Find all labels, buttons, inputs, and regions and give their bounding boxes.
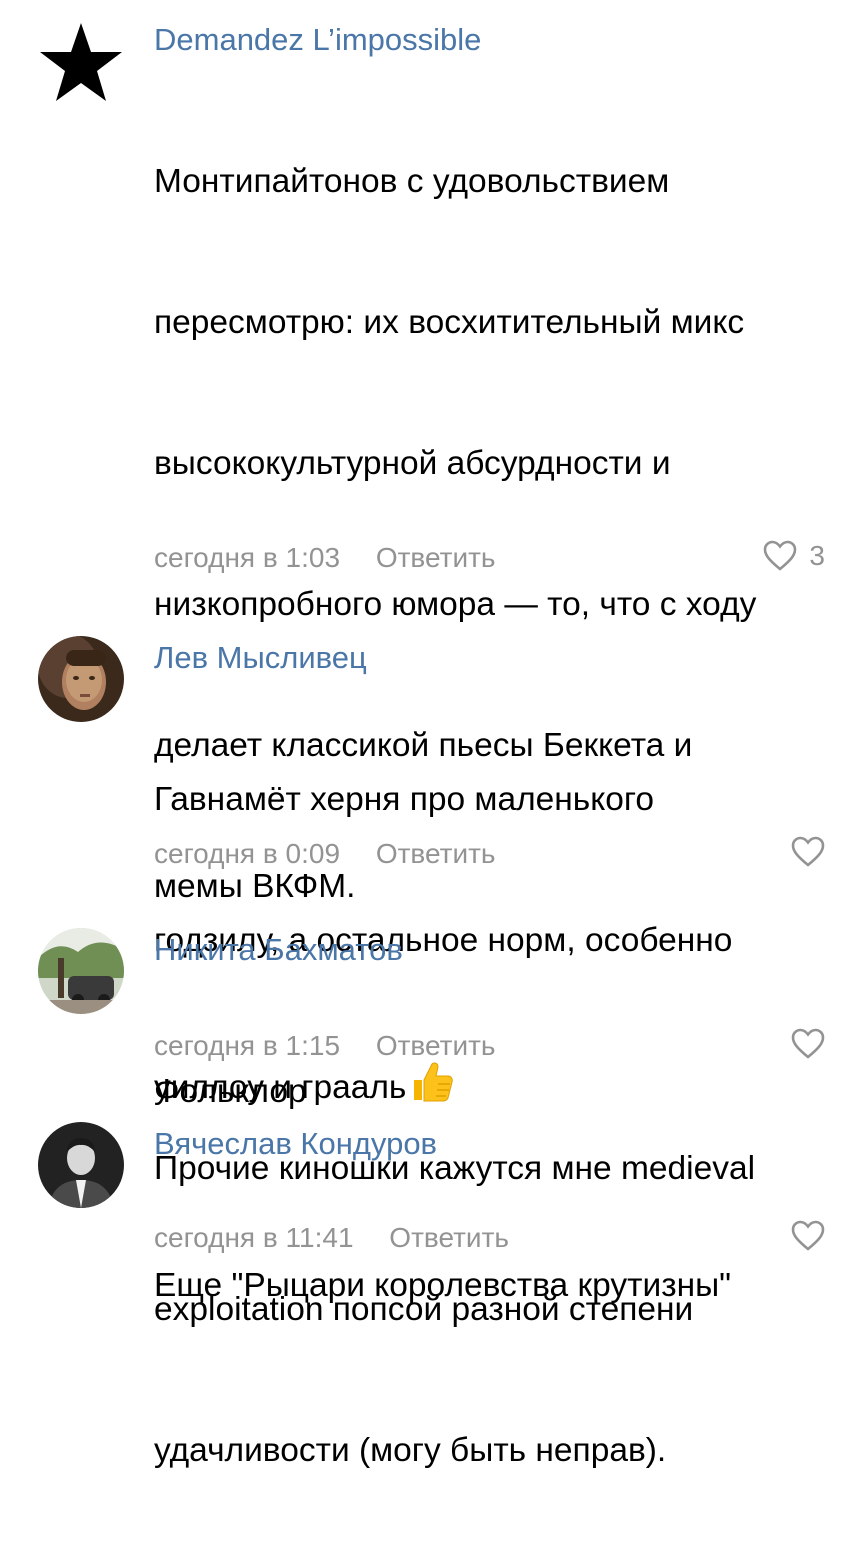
avatar[interactable] bbox=[38, 636, 124, 722]
heart-icon bbox=[764, 540, 797, 571]
like-button[interactable] bbox=[791, 836, 825, 868]
star-icon[interactable] bbox=[38, 20, 124, 106]
comment-meta: сегодня в 1:03 Ответить bbox=[154, 540, 496, 576]
like-button[interactable] bbox=[791, 1028, 825, 1060]
comment-text: Еще "Рыцари королевства крутизны" bbox=[154, 1267, 732, 1304]
comment-item: Лев Мысливец Гавнамёт херня про маленько… bbox=[0, 620, 865, 1106]
comment-item: Вячеслав Кондуров Еще "Рыцари королевств… bbox=[0, 1108, 865, 1304]
reply-button[interactable]: Ответить bbox=[376, 1028, 496, 1064]
heart-icon bbox=[791, 1220, 825, 1251]
comment-author[interactable]: Demandez L’impossible bbox=[154, 20, 481, 60]
comment-author[interactable]: Вячеслав Кондуров bbox=[154, 1124, 437, 1164]
like-button[interactable] bbox=[791, 1220, 825, 1252]
comment-author[interactable]: Лев Мысливец bbox=[154, 638, 367, 678]
heart-icon bbox=[791, 836, 825, 867]
like-button[interactable]: 3 bbox=[763, 540, 825, 572]
comment-time: сегодня в 11:41 bbox=[154, 1222, 354, 1253]
avatar[interactable] bbox=[38, 928, 124, 1014]
comment-author[interactable]: Никита Бахматов bbox=[154, 930, 403, 970]
comment-meta: сегодня в 0:09 Ответить bbox=[154, 836, 496, 872]
like-count: 3 bbox=[809, 540, 825, 571]
heart-icon bbox=[791, 1028, 825, 1059]
comment-time: сегодня в 0:09 bbox=[154, 838, 341, 869]
reply-button[interactable]: Ответить bbox=[376, 836, 496, 872]
reply-button[interactable]: Ответить bbox=[389, 1220, 509, 1256]
comment-item: Никита Бахматов Фольклор сегодня в 1:15 … bbox=[0, 910, 865, 1110]
avatar[interactable] bbox=[38, 1122, 124, 1208]
comment-time: сегодня в 1:03 bbox=[154, 542, 341, 573]
comment-meta: сегодня в 11:41 Ответить bbox=[154, 1220, 509, 1256]
comment-item: Demandez L’impossible Монтипайтонов с уд… bbox=[0, 0, 865, 1469]
comment-meta: сегодня в 1:15 Ответить bbox=[154, 1028, 496, 1064]
comment-time: сегодня в 1:15 bbox=[154, 1030, 341, 1061]
reply-button[interactable]: Ответить bbox=[376, 540, 496, 576]
